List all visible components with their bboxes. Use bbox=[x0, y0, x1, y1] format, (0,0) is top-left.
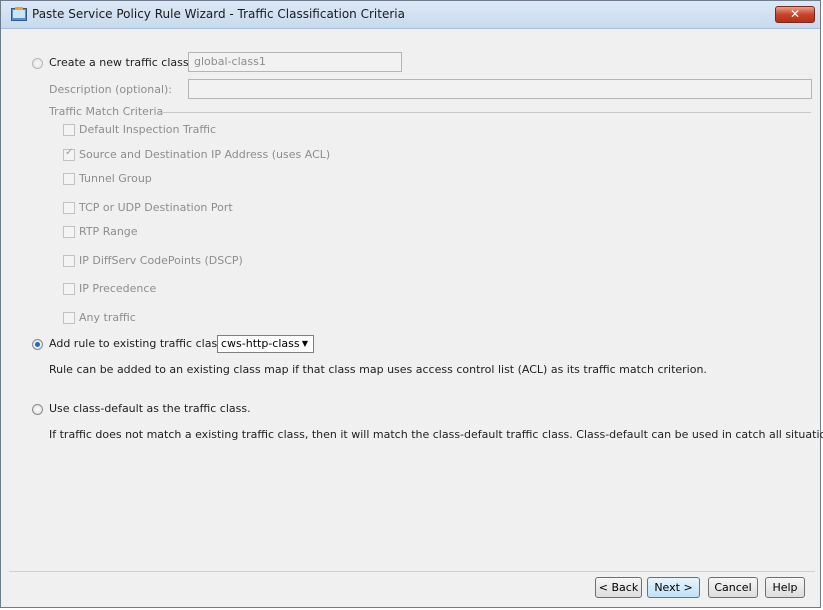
new-class-name-input[interactable]: global-class1 bbox=[188, 52, 402, 72]
any-traffic-label: Any traffic bbox=[79, 311, 136, 324]
window-title: Paste Service Policy Rule Wizard - Traff… bbox=[32, 7, 405, 21]
create-new-label: Create a new traffic class: bbox=[49, 56, 193, 69]
close-icon[interactable]: ✕ bbox=[775, 6, 815, 23]
existing-class-note: Rule can be added to an existing class m… bbox=[49, 363, 707, 376]
description-label: Description (optional): bbox=[49, 83, 173, 96]
chevron-down-icon: ▼ bbox=[301, 339, 308, 348]
back-button[interactable]: < Back bbox=[595, 577, 642, 598]
ip-precedence-checkbox[interactable] bbox=[63, 283, 75, 295]
create-new-radio[interactable] bbox=[32, 58, 43, 69]
tunnel-group-label: Tunnel Group bbox=[79, 172, 152, 185]
wizard-window: Paste Service Policy Rule Wizard - Traff… bbox=[0, 0, 823, 608]
existing-class-radio[interactable] bbox=[32, 339, 43, 350]
src-dst-ip-checkbox[interactable] bbox=[63, 147, 75, 161]
traffic-match-criteria-legend: Traffic Match Criteria bbox=[49, 105, 164, 118]
cancel-button[interactable]: Cancel bbox=[708, 577, 758, 598]
default-inspection-checkbox[interactable] bbox=[63, 124, 75, 136]
src-dst-ip-label: Source and Destination IP Address (uses … bbox=[79, 148, 331, 161]
description-input[interactable] bbox=[188, 79, 812, 99]
tunnel-group-checkbox[interactable] bbox=[63, 173, 75, 185]
rtp-range-checkbox[interactable] bbox=[63, 226, 75, 238]
app-icon bbox=[11, 7, 27, 21]
rtp-range-label: RTP Range bbox=[79, 225, 138, 238]
existing-class-dropdown[interactable]: cws-http-class ▼ bbox=[217, 335, 314, 353]
tcp-udp-port-label: TCP or UDP Destination Port bbox=[79, 201, 233, 214]
existing-class-label: Add rule to existing traffic class: bbox=[49, 337, 227, 350]
any-traffic-checkbox[interactable] bbox=[63, 312, 75, 324]
tcp-udp-port-checkbox[interactable] bbox=[63, 202, 75, 214]
help-button[interactable]: Help bbox=[765, 577, 805, 598]
default-inspection-label: Default Inspection Traffic bbox=[79, 123, 217, 136]
group-divider bbox=[157, 112, 811, 113]
existing-class-selected: cws-http-class bbox=[221, 337, 300, 350]
next-button[interactable]: Next > bbox=[647, 577, 700, 598]
dscp-checkbox[interactable] bbox=[63, 255, 75, 267]
class-default-label: Use class-default as the traffic class. bbox=[49, 402, 251, 415]
dscp-label: IP DiffServ CodePoints (DSCP) bbox=[79, 254, 243, 267]
class-default-note: If traffic does not match a existing tra… bbox=[49, 428, 823, 441]
ip-precedence-label: IP Precedence bbox=[79, 282, 157, 295]
class-default-radio[interactable] bbox=[32, 404, 43, 415]
title-bar: Paste Service Policy Rule Wizard - Traff… bbox=[1, 1, 820, 29]
